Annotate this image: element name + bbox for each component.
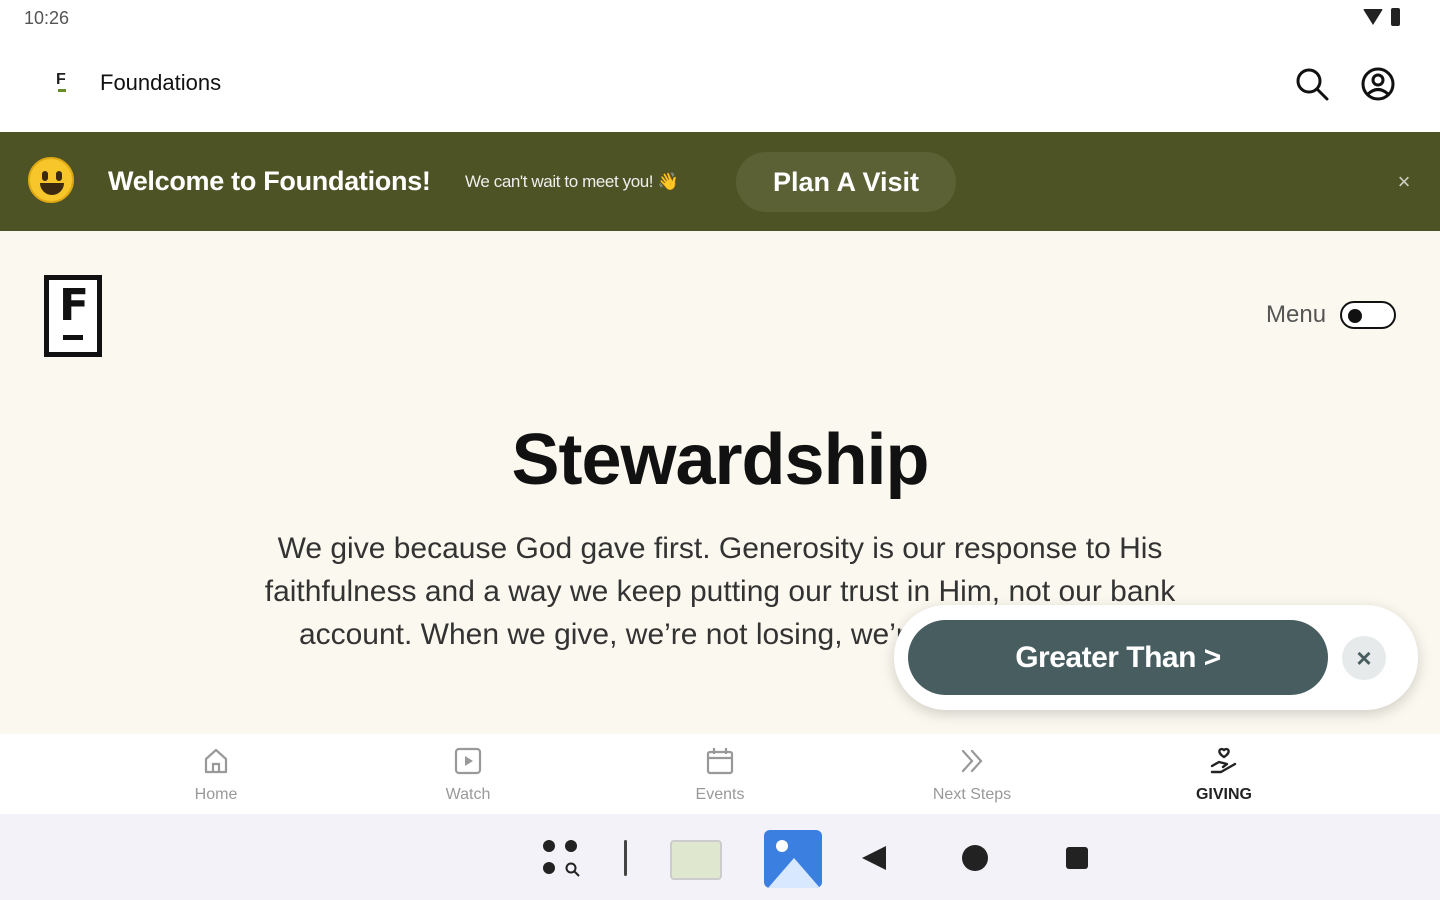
home-icon	[204, 748, 228, 774]
nav-item-home[interactable]: Home	[90, 734, 342, 814]
menu-toggle-knob	[1348, 309, 1362, 323]
smiley-icon	[28, 157, 74, 203]
page-title: Stewardship	[511, 420, 929, 500]
nav-item-giving[interactable]: GIVING	[1098, 734, 1350, 814]
welcome-banner: Welcome to Foundations! We can't wait to…	[0, 132, 1440, 231]
nav-label-home: Home	[194, 786, 238, 803]
gallery-app-icon[interactable]	[764, 830, 822, 888]
battery-icon	[1391, 8, 1400, 26]
home-button[interactable]	[962, 845, 988, 871]
taskbar-app-icon[interactable]	[670, 840, 722, 880]
banner-subtitle: We can't wait to meet you! 👋	[465, 172, 679, 191]
play-icon	[454, 747, 482, 775]
status-time: 10:26	[24, 8, 70, 28]
banner-title: Welcome to Foundations!	[108, 166, 431, 196]
account-icon[interactable]	[1360, 66, 1396, 102]
nav-item-next-steps[interactable]: Next Steps	[846, 734, 1098, 814]
nav-label-watch: Watch	[445, 786, 491, 803]
back-button[interactable]	[862, 846, 886, 870]
plan-visit-button[interactable]: Plan A Visit	[736, 152, 956, 212]
app-logo: F	[56, 72, 70, 94]
giving-hand-icon	[1210, 747, 1237, 774]
double-chevron-icon	[961, 749, 983, 773]
system-nav-bar	[0, 814, 1440, 900]
search-icon[interactable]	[1294, 66, 1330, 102]
menu-label: Menu	[1266, 301, 1327, 328]
smiley-mouth	[40, 183, 64, 195]
app-drawer-search-icon	[565, 862, 580, 877]
wifi-icon	[1363, 9, 1383, 25]
app-logo-bar	[58, 89, 66, 92]
site-logo-letter: F	[59, 280, 90, 331]
chip-close-icon[interactable]: ×	[1342, 636, 1386, 680]
app-drawer-icon[interactable]	[543, 840, 583, 880]
greater-than-chip: Greater Than > ×	[894, 605, 1418, 710]
smiley-eye-right	[56, 171, 62, 181]
bottom-nav: Home Watch Events Next Steps GIVING	[0, 734, 1440, 814]
gallery-mountain	[768, 858, 820, 888]
smiley-eye-left	[42, 171, 48, 181]
nav-item-watch[interactable]: Watch	[342, 734, 594, 814]
site-logo-underline	[63, 335, 83, 340]
banner-close-icon[interactable]: ×	[1390, 168, 1418, 196]
menu-toggle[interactable]	[1340, 301, 1396, 329]
nav-label-events: Events	[695, 786, 745, 803]
gallery-sun	[776, 840, 788, 852]
site-logo[interactable]: F	[44, 275, 102, 357]
greater-than-button[interactable]: Greater Than >	[908, 620, 1328, 695]
nav-label-giving: GIVING	[1195, 786, 1252, 803]
recents-button[interactable]	[1066, 847, 1088, 869]
app-bar: F Foundations	[0, 36, 1440, 132]
app-logo-letter: F	[56, 71, 66, 88]
status-bar: 10:26	[0, 0, 1440, 36]
app-title: Foundations	[100, 70, 222, 95]
taskbar-divider	[624, 840, 627, 876]
calendar-icon	[706, 748, 734, 775]
nav-item-events[interactable]: Events	[594, 734, 846, 814]
status-icons	[1363, 8, 1400, 26]
nav-label-next-steps: Next Steps	[932, 786, 1012, 803]
